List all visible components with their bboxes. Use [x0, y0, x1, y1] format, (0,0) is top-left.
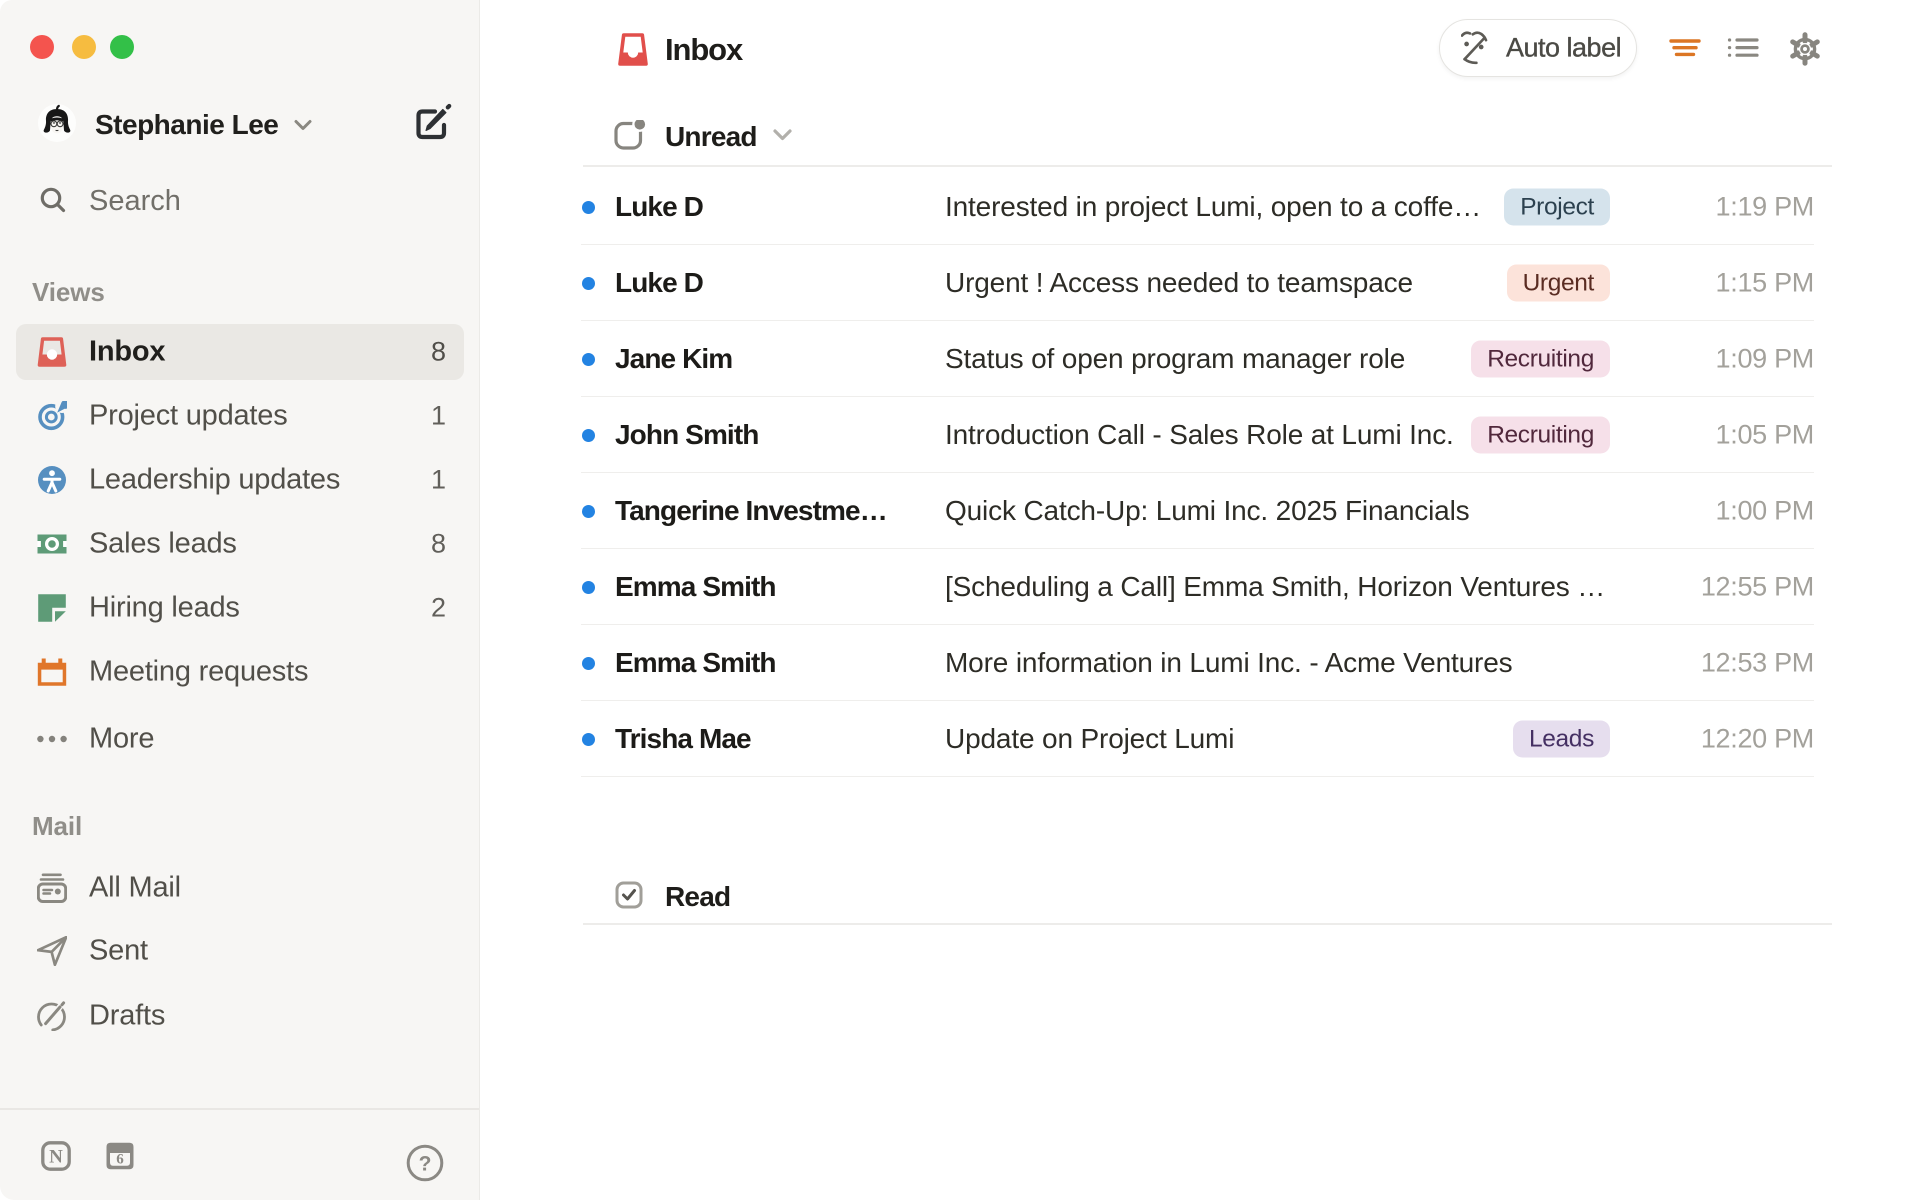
svg-text:6: 6 [116, 1152, 124, 1168]
svg-text:?: ? [419, 1153, 432, 1176]
svg-text:N: N [49, 1147, 63, 1168]
